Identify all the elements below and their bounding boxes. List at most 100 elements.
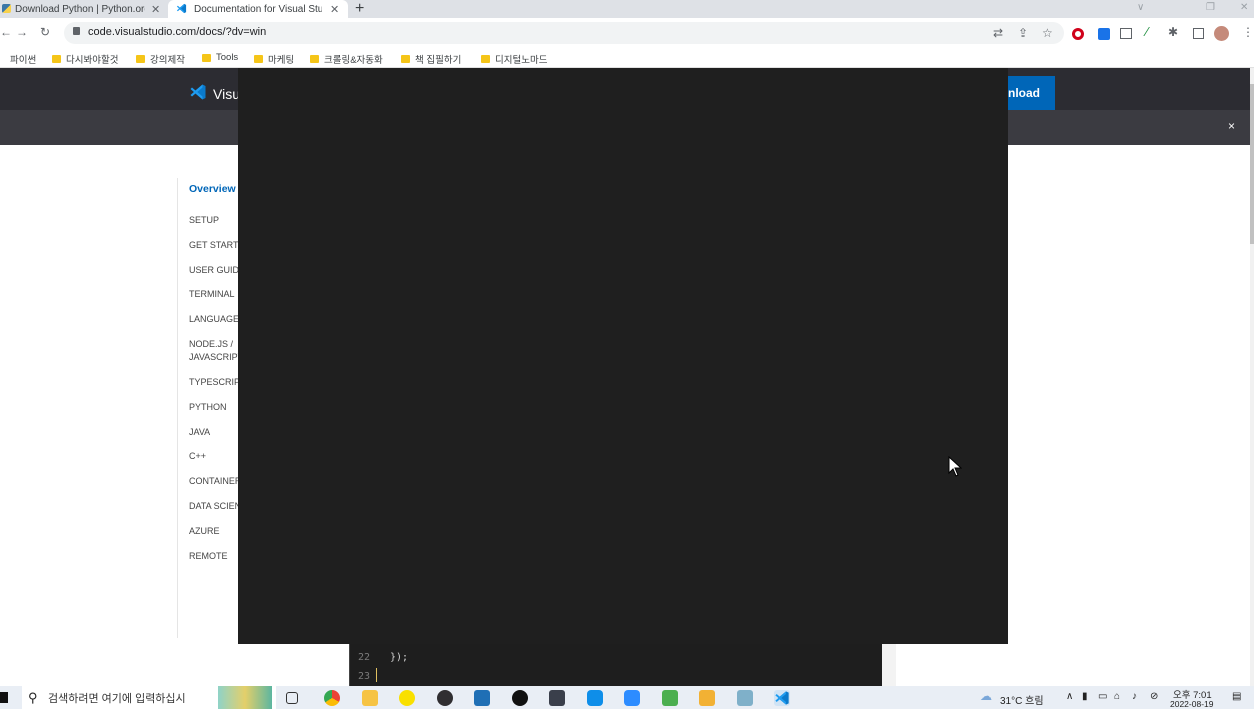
bookmark-label: 파이썬 bbox=[10, 55, 37, 66]
close-icon[interactable]: ✕ bbox=[330, 3, 339, 16]
sidepanel-icon[interactable] bbox=[1193, 28, 1204, 39]
clock-date[interactable]: 2022-08-19 bbox=[1170, 699, 1213, 709]
sticky-notes-icon[interactable] bbox=[699, 690, 715, 706]
overlay-video-panel[interactable] bbox=[238, 68, 1008, 644]
volume-icon[interactable]: ♪ bbox=[1132, 691, 1137, 702]
translate-icon[interactable]: ⇄ bbox=[993, 26, 1003, 40]
wifi-icon[interactable]: ⌂ bbox=[1114, 691, 1120, 702]
tab-title: Download Python | Python.org bbox=[15, 3, 145, 15]
sidebar-item-overview[interactable]: Overview bbox=[189, 183, 239, 196]
network-icon[interactable]: ▭ bbox=[1098, 691, 1107, 702]
bookmarks-bar: 파이썬 다시봐야할것 강의제작 Tools 마케팅 크롤링&자동화 책 집필하기… bbox=[0, 48, 1254, 68]
davinci-icon[interactable] bbox=[549, 690, 565, 706]
code-line: }); bbox=[390, 652, 409, 663]
sidebar-item-typescript[interactable]: TYPESCRIPT bbox=[189, 376, 239, 389]
screenshot-icon[interactable] bbox=[1120, 28, 1132, 39]
weather-text[interactable]: 31°C 흐림 bbox=[1000, 692, 1044, 707]
sidebar-item-get-started[interactable]: GET STARTED bbox=[189, 239, 239, 252]
chrome-icon[interactable] bbox=[324, 690, 340, 706]
notification-icon[interactable]: ▤ bbox=[1232, 691, 1241, 702]
bookmark-label: 다시봐야할것 bbox=[66, 55, 119, 66]
download-label: nload bbox=[1008, 86, 1040, 100]
vscode-icon bbox=[189, 83, 207, 104]
windows-taskbar: ⚲ 검색하려면 여기에 입력하십시 ☁ 31°C 흐림 ∧ ▮ ▭ ⌂ ♪ ⊘ … bbox=[0, 686, 1254, 709]
bookmark-label: 책 집필하기 bbox=[415, 55, 462, 66]
puzzle-icon[interactable]: ✱ bbox=[1168, 25, 1178, 39]
chevron-up-icon[interactable]: ∧ bbox=[1066, 691, 1073, 702]
tab-python[interactable]: Download Python | Python.org ✕ bbox=[0, 0, 168, 18]
chevron-down-icon[interactable]: ∨ bbox=[1137, 2, 1144, 13]
bookmark-item[interactable]: 강의제작 bbox=[136, 52, 185, 66]
opera-icon[interactable] bbox=[1072, 28, 1084, 40]
star-icon[interactable]: ☆ bbox=[1042, 26, 1053, 40]
python-icon bbox=[2, 4, 11, 13]
page-scrollbar[interactable] bbox=[1250, 68, 1254, 686]
pin-icon[interactable] bbox=[512, 690, 528, 706]
bookmark-item[interactable]: Tools bbox=[202, 52, 238, 63]
sidebar-item-java[interactable]: JAVA bbox=[189, 426, 239, 439]
bookmark-item[interactable]: 다시봐야할것 bbox=[52, 52, 118, 66]
vscode-taskbar-icon[interactable] bbox=[774, 690, 790, 706]
reload-icon[interactable]: ↻ bbox=[40, 25, 50, 39]
back-icon[interactable]: ← bbox=[0, 25, 12, 39]
forward-icon[interactable]: → bbox=[16, 25, 28, 39]
close-icon[interactable]: ✕ bbox=[151, 3, 160, 16]
green-app-icon[interactable] bbox=[662, 690, 678, 706]
search-icon: ⚲ bbox=[28, 690, 38, 705]
sidebar-item-azure[interactable]: AZURE bbox=[189, 525, 239, 538]
bookmark-item[interactable]: 파이썬 bbox=[10, 52, 36, 66]
scrollbar-thumb[interactable] bbox=[1250, 84, 1254, 244]
folder-icon bbox=[52, 55, 61, 63]
extension-icon[interactable] bbox=[1098, 28, 1110, 40]
sidebar-item-setup[interactable]: SETUP bbox=[189, 214, 239, 227]
mic-icon[interactable]: ▮ bbox=[1082, 691, 1088, 702]
bookmark-item[interactable]: 마케팅 bbox=[254, 52, 294, 66]
sidebar-item-nodejs[interactable]: NODE.JS / JAVASCRIPT bbox=[189, 338, 239, 364]
menu-icon[interactable]: ⋮ bbox=[1242, 25, 1254, 39]
text-caret bbox=[376, 668, 377, 682]
remote-desktop-icon[interactable] bbox=[474, 690, 490, 706]
start-icon[interactable] bbox=[0, 692, 8, 703]
bookmark-item[interactable]: 크롤링&자동화 bbox=[310, 52, 383, 66]
folder-icon bbox=[202, 53, 211, 62]
folder-icon bbox=[481, 55, 490, 63]
sidebar-item-languages[interactable]: LANGUAGES bbox=[189, 313, 239, 326]
restore-icon[interactable]: ❐ bbox=[1206, 2, 1215, 13]
tab-vscode-docs[interactable]: Documentation for Visual Studio ✕ bbox=[168, 0, 348, 18]
zoom-icon[interactable] bbox=[624, 690, 640, 706]
app-icon[interactable] bbox=[737, 690, 753, 706]
teamviewer-icon[interactable] bbox=[587, 690, 603, 706]
taskbar-search-input[interactable]: ⚲ 검색하려면 여기에 입력하십시 bbox=[22, 686, 276, 709]
new-tab-button[interactable]: + bbox=[355, 0, 364, 18]
share-icon[interactable]: ⇪ bbox=[1018, 26, 1028, 40]
obs-icon[interactable] bbox=[437, 690, 453, 706]
pen-icon[interactable]: ∕ bbox=[1146, 24, 1148, 39]
address-bar[interactable]: code.visualstudio.com/docs/?dv=win ⇄ ⇪ ☆ bbox=[64, 22, 1064, 44]
avatar[interactable] bbox=[1214, 26, 1229, 41]
site-logo[interactable]: Visu bbox=[189, 83, 240, 104]
bookmark-label: 크롤링&자동화 bbox=[324, 55, 383, 66]
tab-title: Documentation for Visual Studio bbox=[194, 3, 322, 15]
close-window-icon[interactable]: ✕ bbox=[1240, 2, 1248, 13]
sidebar-item-terminal[interactable]: TERMINAL bbox=[189, 288, 239, 301]
sidebar-item-python[interactable]: PYTHON bbox=[189, 401, 239, 414]
bookmark-item[interactable]: 책 집필하기 bbox=[401, 52, 461, 66]
close-icon[interactable]: × bbox=[1228, 119, 1235, 133]
sidebar-item-containers[interactable]: CONTAINERS bbox=[189, 475, 239, 488]
sidebar-item-cpp[interactable]: C++ bbox=[189, 450, 239, 463]
file-explorer-icon[interactable] bbox=[362, 690, 378, 706]
blocked-icon[interactable]: ⊘ bbox=[1150, 691, 1158, 702]
bookmark-item[interactable]: 디지털노마드 bbox=[481, 52, 547, 66]
code-gutter-right bbox=[882, 644, 896, 686]
line-number: 22 bbox=[358, 652, 371, 663]
bookmark-label: Tools bbox=[216, 52, 239, 63]
sidebar-item-remote[interactable]: REMOTE bbox=[189, 550, 239, 563]
task-view-icon[interactable] bbox=[286, 692, 298, 704]
url-text: code.visualstudio.com/docs/?dv=win bbox=[88, 26, 267, 38]
sidebar-item-user-guide[interactable]: USER GUIDE bbox=[189, 264, 239, 277]
browser-toolbar: ← → ↻ code.visualstudio.com/docs/?dv=win… bbox=[0, 18, 1254, 48]
folder-icon bbox=[254, 55, 263, 63]
kakaotalk-icon[interactable] bbox=[399, 690, 415, 706]
tab-strip: Download Python | Python.org ✕ Documenta… bbox=[0, 0, 1254, 18]
sidebar-item-data-science[interactable]: DATA SCIENCE bbox=[189, 500, 239, 513]
